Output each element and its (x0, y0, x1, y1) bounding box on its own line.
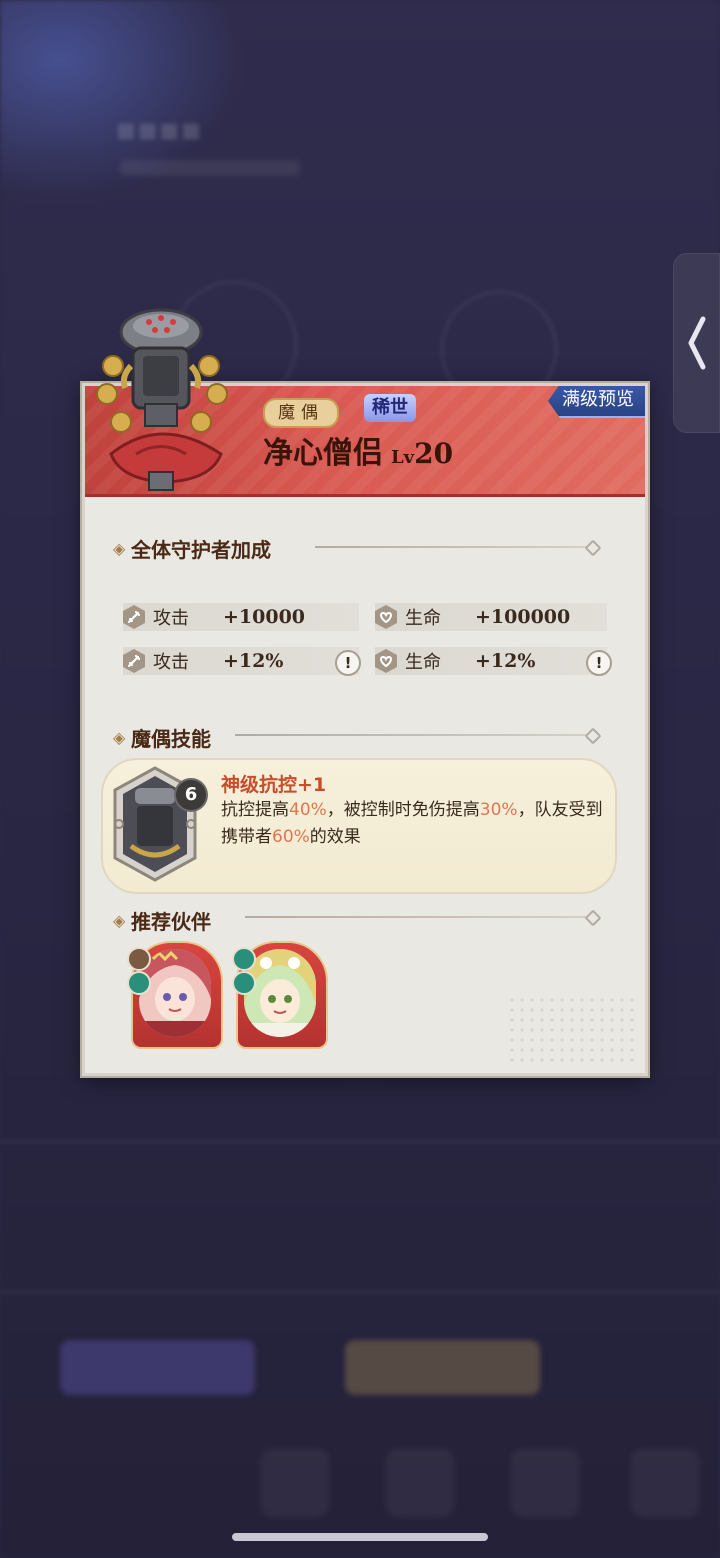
home-indicator[interactable] (232, 1533, 488, 1541)
stat-value: +12% (475, 650, 536, 672)
stat-label: 攻击 (153, 652, 189, 673)
heart-role-icon (127, 971, 151, 995)
unit-name: 净心僧侣 (263, 436, 383, 471)
hp-bonus-info-button[interactable]: ! (586, 650, 612, 676)
skill-desc-highlight: 40% (289, 800, 327, 820)
section-ornament-icon: ◈ (113, 538, 126, 558)
guardian-bonus-title-text: 全体守护者加成 (131, 538, 271, 562)
background-blurred-title: ▪▪▪▪ (115, 110, 202, 148)
rarity-badge: 稀世 (364, 394, 416, 422)
background-nav-item (260, 1448, 330, 1518)
stat-label: 攻击 (153, 608, 189, 629)
recommended-partners-section-title: ◈ 推荐伙伴 (113, 906, 211, 935)
background-nav-item (630, 1448, 700, 1518)
skill-name: 神级抗控+1 (221, 774, 327, 796)
attack-bonus-info-button[interactable]: ! (335, 650, 361, 676)
heart-icon (375, 605, 397, 629)
partner-card[interactable] (232, 941, 328, 1049)
max-level-preview-button[interactable]: 满级预览 (548, 386, 645, 418)
stat-row-hp-percent: 生命 +12% (375, 647, 607, 675)
stat-value: +100000 (475, 606, 571, 628)
guardian-bonus-section-title: ◈ 全体守护者加成 (113, 534, 271, 563)
stat-row-hp-flat: 生命 +100000 (375, 603, 607, 631)
stat-label: 生命 (405, 652, 441, 673)
background-button (345, 1340, 540, 1395)
skill-desc-highlight: 60% (272, 827, 310, 847)
type-badge: 魔偶 (263, 398, 339, 428)
section-divider (315, 546, 595, 548)
stat-row-attack-percent: 攻击 +12% (123, 647, 359, 675)
skill-desc-highlight: 30% (479, 800, 518, 820)
section-divider (235, 734, 595, 736)
section-ornament-icon: ◈ (113, 727, 126, 747)
heart-role-icon (232, 971, 256, 995)
stat-value: +12% (223, 650, 284, 672)
section-ornament-icon: ◈ (113, 910, 126, 930)
heart-icon (375, 649, 397, 673)
decorative-dot-pattern (507, 995, 637, 1065)
stat-label: 生命 (405, 608, 441, 629)
background-button (60, 1340, 255, 1395)
stat-value: +10000 (223, 606, 306, 628)
skill-card[interactable]: 6 神级抗控+1 抗控提高40%，被控制时免伤提高30%，队友受到携带者60%的… (101, 758, 617, 894)
puppet-skill-title-text: 魔偶技能 (131, 727, 211, 751)
skill-level-badge: 6 (174, 778, 208, 812)
puppet-detail-card: 魔偶 稀世 满级预览 净心僧侣 Lv20 ◈ 全体守护者加成 攻击 +10000… (82, 308, 648, 1076)
chevron-left-icon (688, 316, 705, 370)
background-divider (0, 1140, 720, 1144)
skill-description: 抗控提高40%，被控制时免伤提高30%，队友受到携带者60%的效果 (221, 797, 606, 851)
sword-icon (123, 605, 145, 629)
skill-desc-text: ，被控制时免伤提高 (326, 800, 480, 820)
partner-card[interactable] (127, 941, 223, 1049)
side-panel-toggle[interactable] (673, 253, 720, 433)
unit-title: 净心僧侣 Lv20 (263, 428, 453, 472)
unit-level: Lv20 (391, 437, 453, 470)
faction-icon (127, 947, 151, 971)
stat-row-attack-flat: 攻击 +10000 (123, 603, 359, 631)
background-blurred-subtitle (120, 160, 300, 176)
background-nav-item (510, 1448, 580, 1518)
monk-puppet-figure (96, 308, 228, 491)
level-prefix: Lv (391, 447, 415, 468)
sword-icon (123, 649, 145, 673)
puppet-skill-section-title: ◈ 魔偶技能 (113, 723, 211, 752)
skill-desc-text: 抗控提高 (221, 800, 289, 820)
background-nav-item (385, 1448, 455, 1518)
background-divider (0, 1290, 720, 1294)
level-value: 20 (414, 437, 454, 470)
nature-faction-icon (232, 947, 256, 971)
section-divider (245, 916, 595, 918)
skill-desc-text: 的效果 (309, 827, 361, 847)
recommended-partners-title-text: 推荐伙伴 (131, 910, 211, 934)
